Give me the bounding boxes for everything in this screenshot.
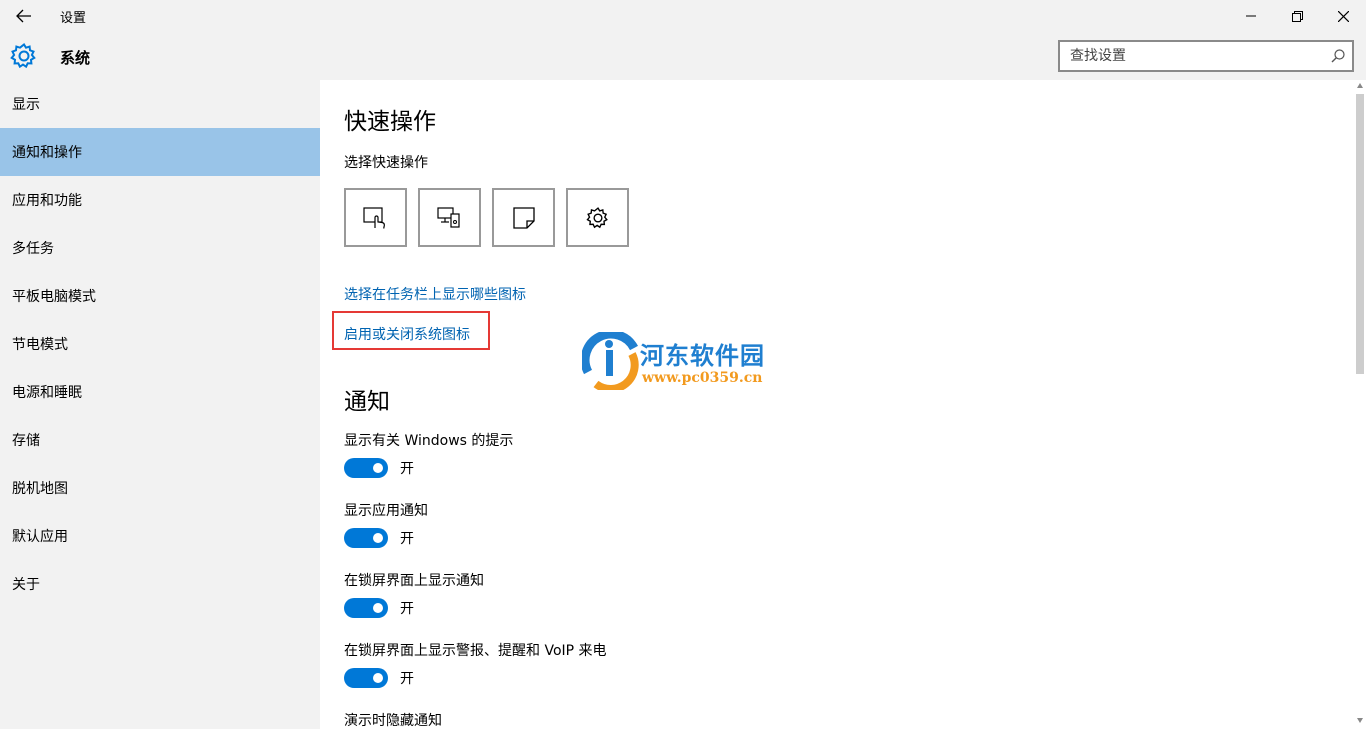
minimize-button[interactable] (1228, 0, 1274, 32)
lockscreen-notifications-toggle[interactable] (344, 598, 388, 618)
setting-label: 在锁屏界面上显示警报、提醒和 VoIP 来电 (344, 643, 607, 659)
taskbar-icons-link[interactable]: 选择在任务栏上显示哪些图标 (344, 284, 526, 304)
search-input[interactable] (1060, 42, 1310, 70)
sidebar-item-label: 默认应用 (12, 529, 68, 545)
sidebar-item-display[interactable]: 显示 (0, 80, 320, 128)
quick-actions-heading: 快速操作 (344, 109, 436, 135)
lockscreen-alarms-toggle[interactable] (344, 668, 388, 688)
settings-icon (585, 206, 608, 228)
toggle-row: 开 (344, 528, 414, 548)
sidebar-item-label: 节电模式 (12, 337, 68, 353)
quick-actions-row (344, 188, 629, 247)
search-icon[interactable] (1330, 48, 1346, 64)
windows-tips-toggle[interactable] (344, 458, 388, 478)
watermark-url: www.pc0359.cn (642, 370, 763, 386)
vertical-scrollbar[interactable] (1354, 80, 1366, 729)
sidebar-item-label: 显示 (12, 97, 40, 113)
sidebar: 显示 通知和操作 应用和功能 多任务 平板电脑模式 节电模式 电源和睡眠 存储 … (0, 80, 320, 729)
scroll-up-icon[interactable] (1357, 83, 1363, 88)
toggle-state-label: 开 (400, 531, 414, 547)
sidebar-item-apps[interactable]: 应用和功能 (0, 176, 320, 224)
quick-action-tablet-mode[interactable] (344, 188, 407, 247)
sidebar-item-storage[interactable]: 存储 (0, 416, 320, 464)
back-button[interactable] (8, 4, 40, 28)
toggle-state-label: 开 (400, 461, 414, 477)
sidebar-item-label: 应用和功能 (12, 193, 82, 209)
toggle-knob (373, 673, 383, 683)
sidebar-item-multitasking[interactable]: 多任务 (0, 224, 320, 272)
sidebar-item-label: 电源和睡眠 (12, 385, 82, 401)
setting-label: 演示时隐藏通知 (344, 713, 442, 729)
toggle-row: 开 (344, 598, 414, 618)
window-title: 设置 (60, 11, 87, 26)
sidebar-item-about[interactable]: 关于 (0, 560, 320, 608)
sidebar-item-notifications[interactable]: 通知和操作 (0, 128, 320, 176)
title-bar: 设置 (0, 0, 1366, 32)
minimize-icon (1246, 15, 1256, 17)
connect-icon (436, 206, 460, 228)
notifications-heading: 通知 (344, 389, 390, 415)
sidebar-item-default-apps[interactable]: 默认应用 (0, 512, 320, 560)
quick-action-connect[interactable] (418, 188, 481, 247)
sidebar-item-label: 存储 (12, 433, 40, 449)
back-arrow-icon (16, 9, 31, 23)
toggle-state-label: 开 (400, 671, 414, 687)
setting-label: 在锁屏界面上显示通知 (344, 573, 484, 589)
page-title: 系统 (60, 49, 91, 67)
quick-actions-subtitle: 选择快速操作 (344, 155, 428, 171)
setting-label: 显示应用通知 (344, 503, 428, 519)
sidebar-item-battery-saver[interactable]: 节电模式 (0, 320, 320, 368)
header: 系统 (0, 32, 1366, 80)
watermark-name: 河东软件园 (640, 341, 765, 370)
watermark-logo (582, 332, 639, 390)
quick-action-settings[interactable] (566, 188, 629, 247)
sidebar-item-offline-maps[interactable]: 脱机地图 (0, 464, 320, 512)
close-button[interactable] (1320, 0, 1366, 32)
toggle-row: 开 (344, 458, 414, 478)
system-icons-link[interactable]: 启用或关闭系统图标 (344, 324, 470, 344)
restore-button[interactable] (1274, 0, 1320, 32)
sidebar-item-label: 脱机地图 (12, 481, 68, 497)
toggle-row: 开 (344, 668, 414, 688)
sidebar-item-tablet-mode[interactable]: 平板电脑模式 (0, 272, 320, 320)
system-gear-icon (10, 43, 36, 69)
restore-icon (1291, 10, 1303, 22)
sidebar-item-label: 通知和操作 (12, 145, 82, 161)
note-icon (512, 206, 535, 229)
quick-action-note[interactable] (492, 188, 555, 247)
setting-label: 显示有关 Windows 的提示 (344, 433, 514, 449)
close-icon (1337, 10, 1349, 22)
tablet-mode-icon (362, 206, 385, 229)
toggle-state-label: 开 (400, 601, 414, 617)
scroll-thumb[interactable] (1356, 94, 1364, 374)
toggle-knob (373, 603, 383, 613)
app-notifications-toggle[interactable] (344, 528, 388, 548)
sidebar-item-label: 关于 (12, 577, 40, 593)
sidebar-item-power-sleep[interactable]: 电源和睡眠 (0, 368, 320, 416)
toggle-knob (373, 463, 383, 473)
sidebar-item-label: 平板电脑模式 (12, 289, 96, 305)
sidebar-item-label: 多任务 (12, 241, 54, 257)
toggle-knob (373, 533, 383, 543)
watermark: 河东软件园 www.pc0359.cn (582, 332, 792, 392)
main-content: 快速操作 选择快速操作 选择在任务栏上显示哪些图标 启用或关闭系统图标 河东软件… (320, 80, 1354, 729)
scroll-down-icon[interactable] (1357, 718, 1363, 723)
search-box[interactable] (1058, 40, 1354, 72)
